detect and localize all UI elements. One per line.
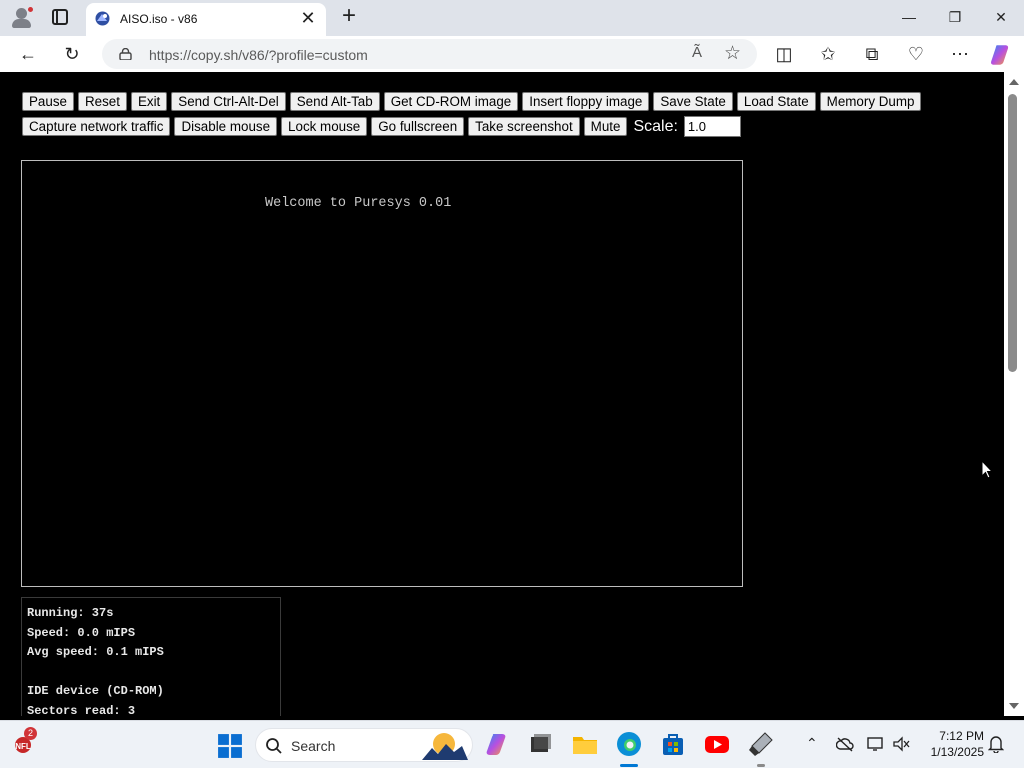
insert-floppy-image-button[interactable]: Insert floppy image — [522, 92, 650, 111]
go-fullscreen-button[interactable]: Go fullscreen — [371, 117, 465, 136]
search-highlight-icon — [422, 733, 468, 760]
page-viewport: Pause Reset Exit Send Ctrl-Alt-Del Send … — [4, 72, 1004, 716]
more-menu-icon[interactable]: ⋯ — [946, 41, 974, 67]
browser-tab-bar: AISO.iso - v86 ✕ + — ❐ ✕ — [0, 0, 1024, 36]
stat-spacer — [27, 663, 280, 683]
url-text[interactable]: https://copy.sh/v86/?profile=custom — [149, 47, 368, 63]
show-hidden-icons[interactable]: ⌃ — [806, 735, 818, 752]
usb-drive-icon[interactable] — [748, 731, 774, 757]
system-clock[interactable]: 7:12 PM 1/13/2025 — [920, 728, 984, 760]
stat-ide-device: IDE device (CD-ROM) — [27, 684, 164, 698]
split-screen-icon[interactable]: ◫ — [770, 41, 798, 67]
reset-button[interactable]: Reset — [77, 92, 127, 111]
screen-text: Welcome to Puresys 0.01 — [265, 196, 452, 211]
search-icon — [266, 738, 282, 754]
browser-tab-active[interactable]: AISO.iso - v86 ✕ — [86, 3, 326, 36]
emulator-screen[interactable]: Welcome to Puresys 0.01 — [21, 160, 743, 587]
scrollbar-thumb[interactable] — [1008, 94, 1017, 372]
windows-taskbar: NFL 2 Search ⌃ 7:12 PM 1/13/2025 — [0, 720, 1024, 768]
tab-close-icon[interactable]: ✕ — [298, 8, 318, 28]
clock-date: 1/13/2025 — [930, 745, 984, 759]
stat-running: Running: 37s — [27, 606, 114, 620]
copilot-app-icon[interactable] — [486, 731, 512, 757]
exit-button[interactable]: Exit — [130, 92, 168, 111]
save-state-button[interactable]: Save State — [653, 92, 733, 111]
scale-label: Scale: — [633, 117, 678, 135]
favorite-star-icon[interactable]: ☆ — [724, 42, 741, 65]
edge-active-indicator — [620, 764, 638, 767]
capture-network-traffic-button[interactable]: Capture network traffic — [22, 117, 171, 136]
new-tab-icon[interactable]: + — [338, 4, 360, 30]
send-ctrl-alt-del-button[interactable]: Send Ctrl-Alt-Del — [171, 92, 286, 111]
pause-button[interactable]: Pause — [22, 92, 74, 111]
load-state-button[interactable]: Load State — [736, 92, 816, 111]
edge-browser-icon[interactable] — [616, 731, 642, 757]
stat-speed: Speed: 0.0 mIPS — [27, 625, 136, 640]
taskbar-search-box[interactable]: Search — [255, 728, 473, 762]
svg-text:NFL: NFL — [15, 742, 31, 751]
address-bar[interactable]: https://copy.sh/v86/?profile=custom Ã ☆ — [102, 39, 757, 69]
take-screenshot-button[interactable]: Take screenshot — [468, 117, 580, 136]
emulator-toolbar-row-2: Capture network traffic Disable mouse Lo… — [22, 116, 741, 137]
mute-button[interactable]: Mute — [583, 117, 628, 136]
collections-icon[interactable]: ⧉ — [858, 41, 886, 67]
browser-essentials-icon[interactable]: ♡ — [902, 41, 930, 67]
tab-title: AISO.iso - v86 — [120, 12, 198, 26]
tab-actions-icon[interactable] — [52, 9, 68, 25]
task-view-icon[interactable] — [528, 731, 554, 757]
memory-dump-button[interactable]: Memory Dump — [819, 92, 922, 111]
minimize-icon[interactable]: — — [886, 0, 932, 34]
lock-mouse-button[interactable]: Lock mouse — [281, 117, 368, 136]
send-alt-tab-button[interactable]: Send Alt-Tab — [289, 92, 380, 111]
v86-favicon-icon — [95, 11, 110, 26]
favorites-icon[interactable]: ✩ — [814, 41, 842, 67]
site-info-icon[interactable] — [119, 48, 132, 60]
profile-avatar-icon[interactable] — [10, 6, 34, 30]
weather-widget[interactable]: NFL 2 — [12, 727, 37, 755]
microsoft-store-icon[interactable] — [660, 731, 686, 757]
window-close-icon[interactable]: ✕ — [978, 0, 1024, 34]
network-icon[interactable] — [867, 736, 885, 752]
page-scrollbar[interactable] — [1004, 72, 1024, 716]
runtime-stats-panel: Running: 37s Speed: 0.0 mIPS Avg speed: … — [21, 597, 281, 716]
search-placeholder: Search — [291, 738, 336, 754]
refresh-icon[interactable]: ↻ — [58, 41, 86, 67]
read-aloud-icon[interactable]: Ã — [692, 44, 702, 61]
scroll-down-icon[interactable] — [1009, 703, 1019, 709]
get-cdrom-image-button[interactable]: Get CD-ROM image — [383, 92, 519, 111]
scale-input[interactable] — [683, 116, 741, 137]
file-explorer-icon[interactable] — [572, 731, 598, 757]
onedrive-icon[interactable] — [836, 736, 854, 752]
youtube-icon[interactable] — [704, 731, 730, 757]
usb-running-indicator — [757, 764, 765, 767]
copilot-icon[interactable] — [988, 42, 1016, 68]
scroll-up-icon[interactable] — [1009, 79, 1019, 85]
volume-muted-icon[interactable] — [893, 736, 911, 752]
back-icon[interactable]: ← — [14, 41, 42, 67]
disable-mouse-button[interactable]: Disable mouse — [174, 117, 278, 136]
weather-badge: 2 — [24, 727, 37, 740]
stat-avg-speed: Avg speed: 0.1 mIPS — [27, 645, 164, 659]
stat-sectors-read: Sectors read: 3 — [27, 703, 136, 717]
mouse-pointer-icon — [981, 460, 993, 479]
restore-icon[interactable]: ❐ — [932, 0, 978, 34]
notifications-bell-icon[interactable] — [988, 735, 1004, 753]
clock-time: 7:12 PM — [939, 729, 984, 743]
start-windows-icon[interactable] — [217, 733, 243, 759]
browser-toolbar: ← ↻ https://copy.sh/v86/?profile=custom … — [0, 36, 1024, 72]
emulator-toolbar-row-1: Pause Reset Exit Send Ctrl-Alt-Del Send … — [22, 92, 925, 111]
